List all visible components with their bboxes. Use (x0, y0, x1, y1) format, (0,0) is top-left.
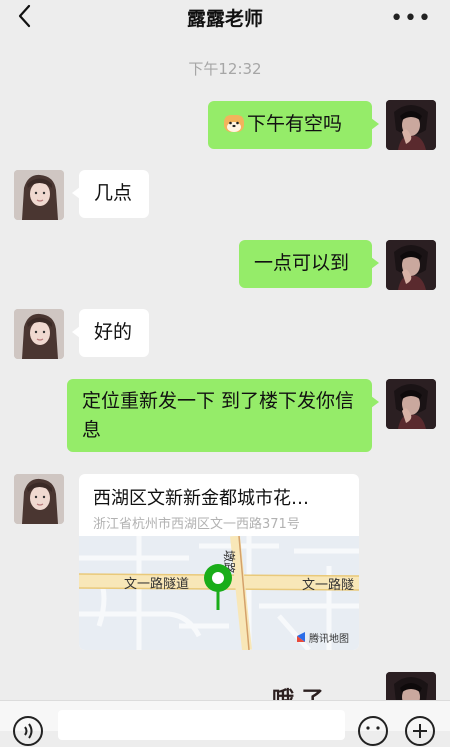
message-bubble-outgoing[interactable]: 下午有空吗 (208, 101, 379, 149)
message-text: 定位重新发一下 到了楼下发你信息 (82, 390, 355, 441)
message-timestamp: 下午12:32 (188, 60, 262, 78)
contact-avatar[interactable] (14, 309, 64, 359)
avatar-image (14, 474, 64, 524)
location-map-preview[interactable]: 文一路隧道 文一路隧 墩路 腾讯地图 (79, 536, 359, 650)
location-address: 浙江省杭州市西湖区文一西路371号 (93, 517, 300, 532)
message-text: 下午有空吗 (247, 113, 343, 135)
location-title: 西湖区文新新金都城市花… (93, 488, 309, 509)
message-input[interactable] (58, 710, 345, 740)
location-card[interactable]: 西湖区文新新金都城市花… 浙江省杭州市西湖区文一西路371号 文一路隧道 文一路… (79, 474, 359, 650)
message-bubble-incoming[interactable]: 几点 (72, 170, 149, 218)
top-bar: 露露老师 ••• (0, 0, 450, 34)
avatar-image (386, 672, 436, 700)
avatar-image (386, 379, 436, 429)
contact-avatar[interactable] (14, 474, 64, 524)
message-bubble-outgoing[interactable]: 一点可以到 (239, 240, 379, 288)
map-provider-label: 腾讯地图 (309, 632, 349, 645)
avatar-image (386, 100, 436, 150)
my-avatar[interactable] (386, 672, 436, 700)
message-bubble-outgoing[interactable]: 定位重新发一下 到了楼下发你信息 (67, 379, 379, 452)
avatar-image (14, 170, 64, 220)
more-options-icon[interactable]: ••• (390, 6, 432, 31)
chat-title: 露露老师 (186, 8, 263, 30)
my-avatar[interactable] (386, 100, 436, 150)
avatar-image (386, 240, 436, 290)
message-text: 好的 (94, 321, 133, 343)
my-avatar[interactable] (386, 240, 436, 290)
add-more-icon[interactable] (404, 715, 436, 747)
map-road-label-right: 文一路隧 (302, 577, 354, 593)
voice-input-icon[interactable] (12, 715, 44, 747)
message-text: 一点可以到 (254, 252, 350, 274)
shiba-dog-emoji-icon (224, 115, 244, 132)
my-avatar[interactable] (386, 379, 436, 429)
map-road-label-left: 文一路隧道 (124, 576, 189, 592)
message-text: 几点 (94, 182, 133, 204)
emoji-picker-icon[interactable] (357, 715, 389, 747)
contact-avatar[interactable] (14, 170, 64, 220)
avatar-image (14, 309, 64, 359)
input-bar (0, 700, 450, 746)
message-bubble-incoming[interactable]: 好的 (72, 309, 149, 357)
